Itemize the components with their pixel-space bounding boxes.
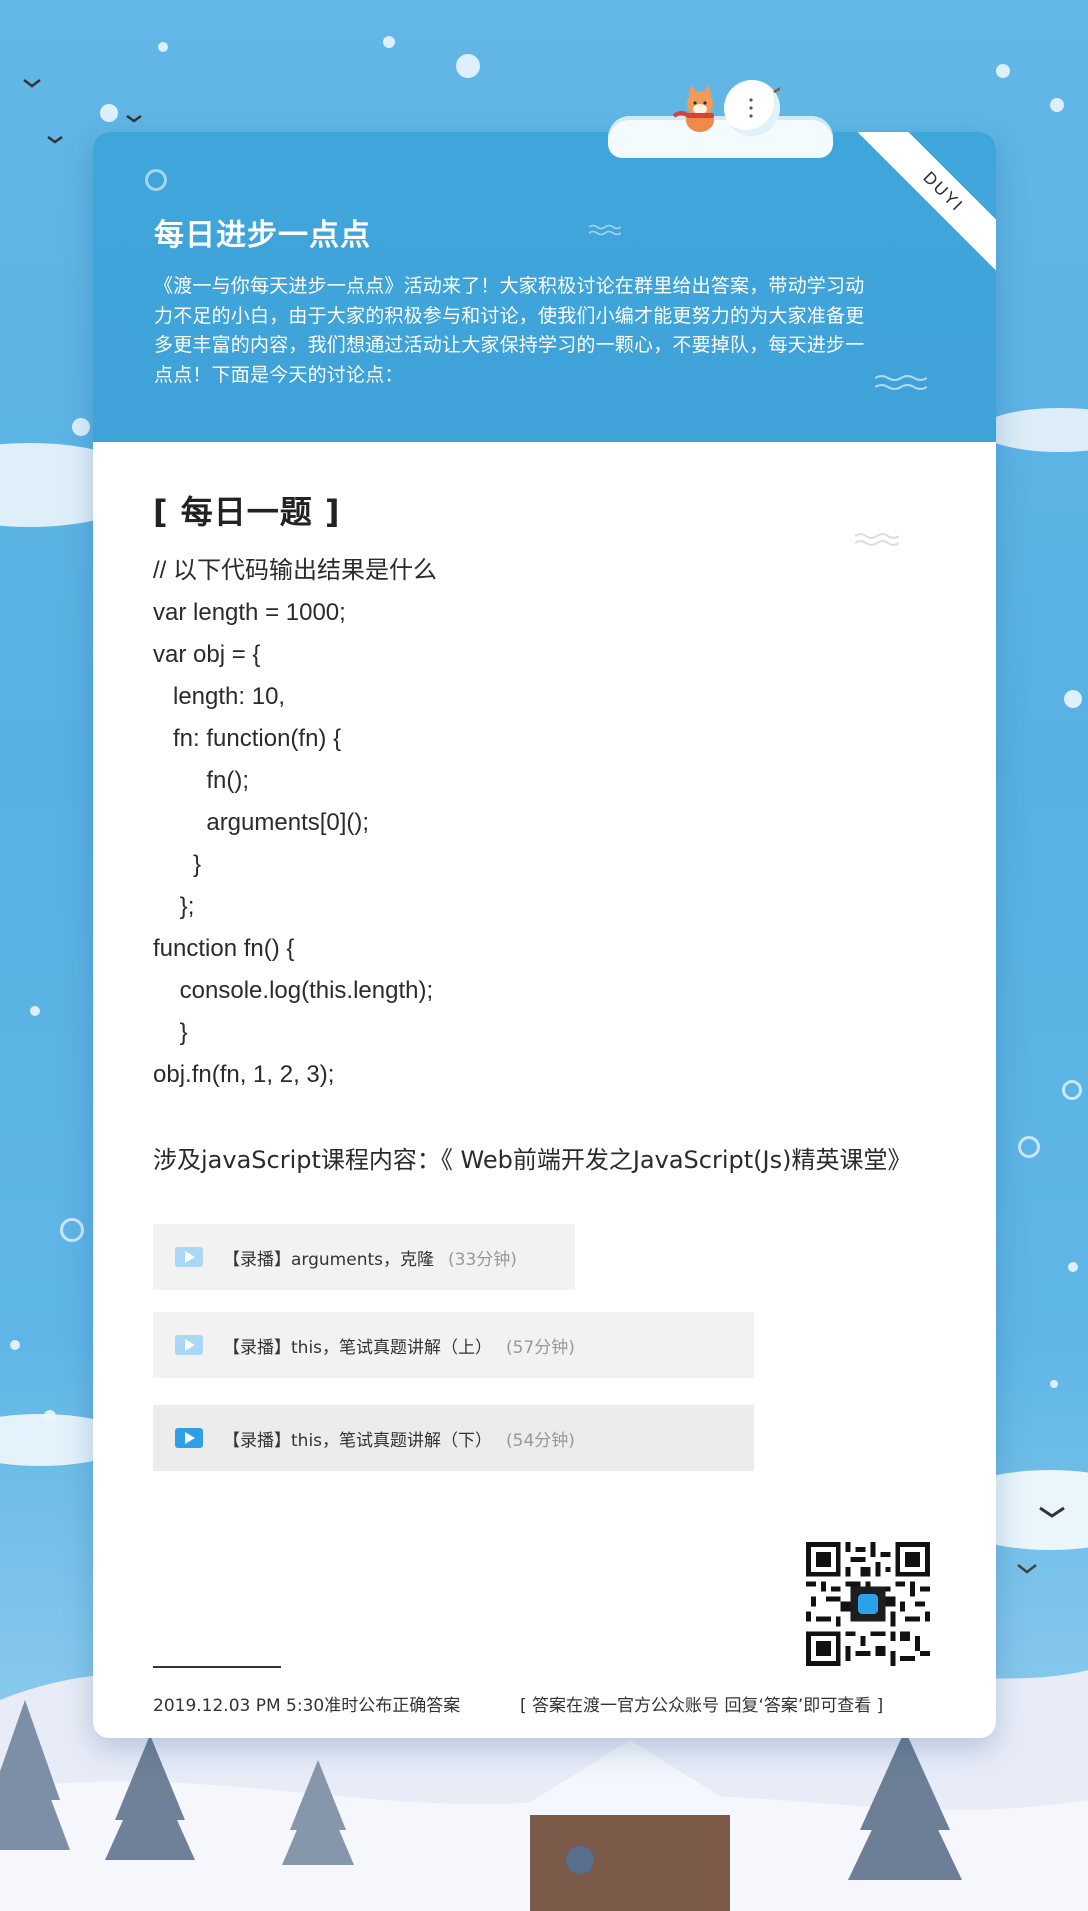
pine-tree — [848, 1730, 962, 1880]
code-line: obj.fn(fn, 1, 2, 3); — [153, 1061, 335, 1088]
code-line: var obj = { — [153, 641, 261, 668]
answer-time-note: 2019.12.03 PM 5:30准时公布正确答案 — [153, 1696, 461, 1716]
lesson-duration: (33分钟) — [448, 1249, 517, 1270]
snowflake — [996, 64, 1010, 78]
intro-text: 《渡一与你每天进步一点点》活动来了！大家积极讨论在群里给出答案，带动学习动力不足… — [154, 275, 865, 386]
qr-code[interactable] — [806, 1542, 930, 1666]
code-line: arguments[0](); — [153, 809, 370, 836]
lesson-duration: (54分钟) — [506, 1430, 575, 1451]
lesson-duration: (57分钟) — [506, 1337, 575, 1358]
lesson-item[interactable]: 【录播】this，笔试真题讲解（下） (54分钟) — [153, 1405, 754, 1471]
snowman-face-icon — [749, 82, 789, 118]
bird-icon — [126, 114, 142, 123]
code-block: // 以下代码输出结果是什么 var length = 1000; var ob… — [153, 550, 437, 1096]
lesson-item[interactable]: 【录播】this，笔试真题讲解（上） (57分钟) — [153, 1312, 754, 1378]
snowflake — [1064, 690, 1082, 708]
fox-icon — [672, 84, 714, 132]
snowflake — [44, 1410, 56, 1422]
code-line: var length = 1000; — [153, 599, 346, 626]
pine-tree — [0, 1700, 70, 1850]
wave-icon — [875, 375, 927, 390]
snowflake — [30, 1006, 40, 1016]
lesson-title: 【录播】this，笔试真题讲解（下） — [223, 1430, 493, 1451]
question-title: [ 每日一题 ] — [153, 493, 341, 531]
code-line: fn: function(fn) { — [153, 725, 342, 752]
snowflake — [72, 418, 90, 436]
code-line: } — [153, 1019, 188, 1046]
bird-icon — [47, 135, 63, 144]
bird-icon — [1017, 1564, 1037, 1574]
card-header: DUYI 每日进步一点点 《渡一与你每天进步一点点》活动来了！大家积极讨论在群里… — [93, 132, 996, 442]
code-line: } — [153, 851, 202, 878]
wave-icon — [855, 533, 899, 546]
lesson-title: 【录播】this，笔试真题讲解（上） — [223, 1337, 493, 1358]
lesson-title: 【录播】arguments，克隆 — [223, 1249, 434, 1270]
snowflake — [100, 104, 118, 122]
code-line: // 以下代码输出结果是什么 — [153, 557, 438, 584]
snowflake — [10, 1340, 20, 1350]
ribbon-label: DUYI — [848, 132, 996, 282]
code-line: console.log(this.length); — [153, 977, 434, 1004]
answer-instruction: [ 答案在渡一官方公众账号 回复‘答案’即可查看 ] — [520, 1696, 884, 1716]
bird-icon — [1039, 1506, 1065, 1518]
pine-tree — [282, 1760, 354, 1865]
play-icon — [175, 1247, 203, 1267]
code-line: length: 10, — [153, 683, 286, 710]
pine-tree — [105, 1735, 195, 1860]
snow-hill — [0, 1781, 1088, 1911]
code-line: function fn() { — [153, 935, 295, 962]
snowflake — [1050, 1380, 1058, 1388]
snowflake — [1050, 98, 1064, 112]
snowflake — [60, 1218, 84, 1242]
challenge-card: DUYI 每日进步一点点 《渡一与你每天进步一点点》活动来了！大家积极讨论在群里… — [93, 132, 996, 1738]
snowflake — [456, 54, 480, 78]
course-reference: 涉及javaScript课程内容：《 Web前端开发之JavaScript(Js… — [153, 1146, 912, 1174]
play-icon — [175, 1335, 203, 1355]
page-title: 每日进步一点点 — [154, 218, 371, 253]
bird-icon — [23, 79, 41, 88]
wave-icon — [589, 224, 621, 236]
snowflake — [383, 36, 395, 48]
play-icon — [175, 1428, 203, 1448]
corner-ribbon: DUYI — [846, 132, 996, 282]
code-line: }; — [153, 893, 195, 920]
snowman — [724, 80, 789, 136]
snowflake — [1068, 1262, 1078, 1272]
lesson-item[interactable]: 【录播】arguments，克隆 (33分钟) — [153, 1224, 575, 1290]
snowflake — [1062, 1080, 1082, 1100]
code-line: fn(); — [153, 767, 250, 794]
decorative-ring — [145, 169, 167, 191]
divider — [153, 1666, 281, 1668]
snowy-house — [510, 1740, 750, 1911]
snowflake — [158, 42, 168, 52]
cloud — [980, 408, 1088, 452]
snowflake — [1018, 1136, 1040, 1158]
